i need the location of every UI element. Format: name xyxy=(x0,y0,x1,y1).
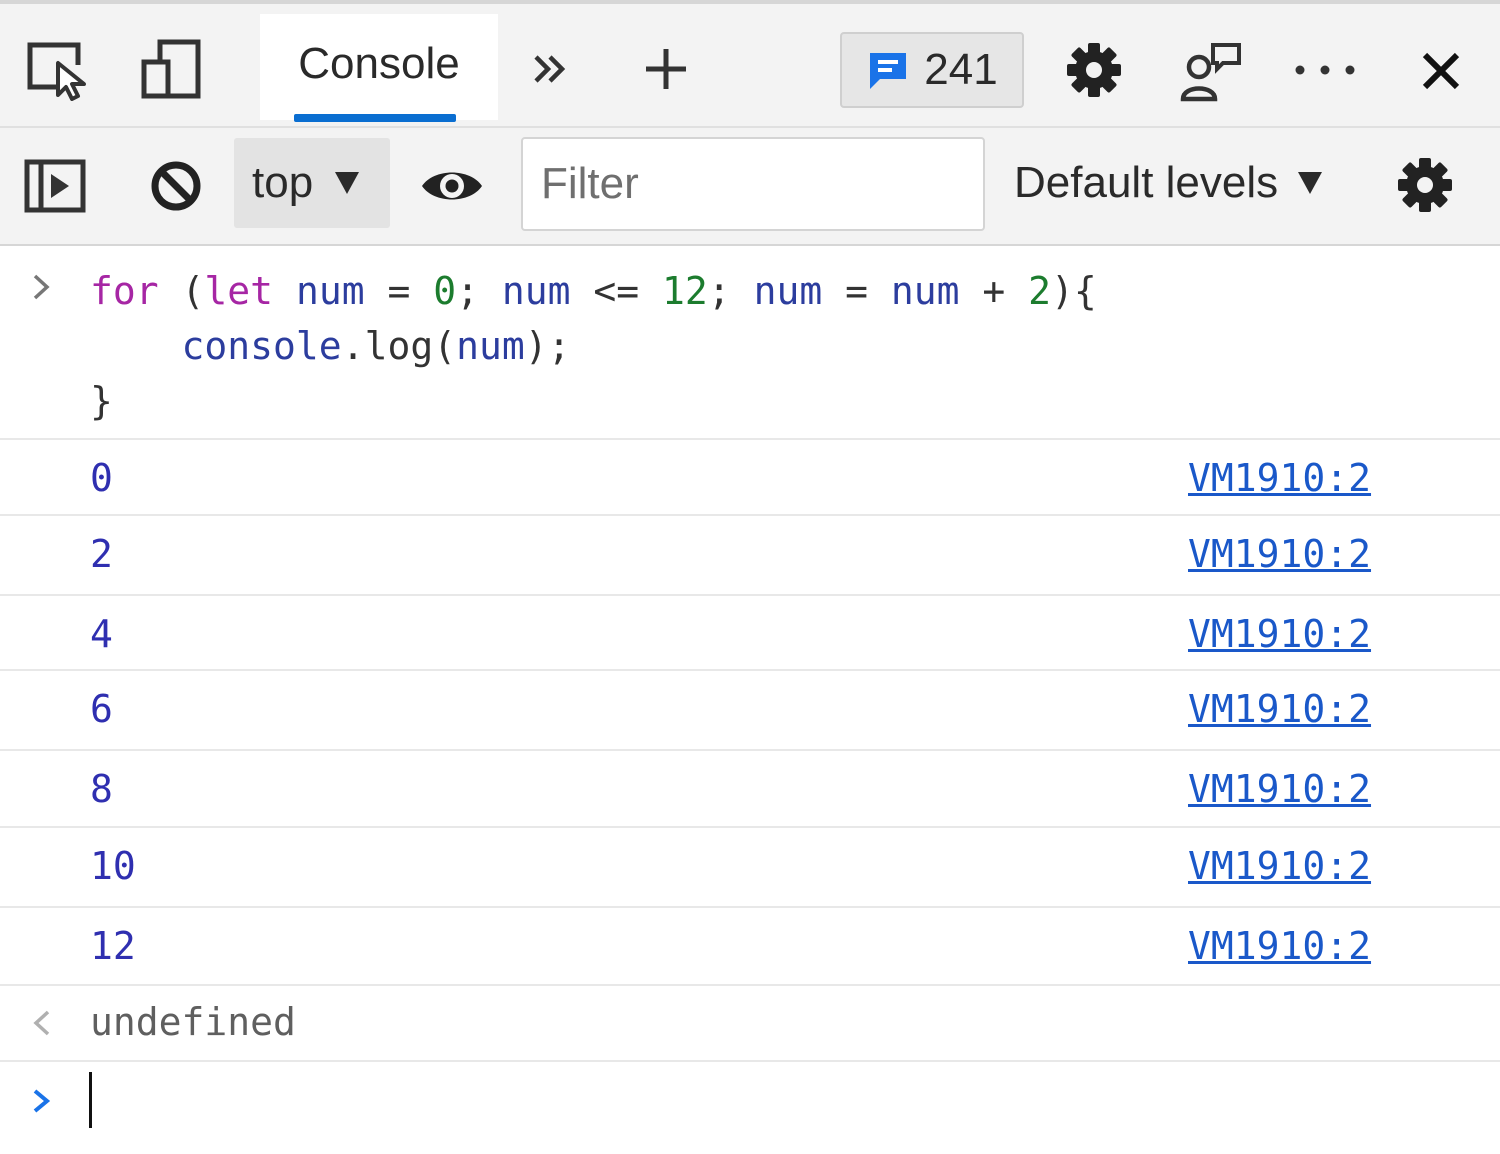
code-token: ; xyxy=(707,269,754,313)
filter-input[interactable] xyxy=(521,137,985,231)
text-caret xyxy=(89,1072,92,1128)
clear-console-icon[interactable] xyxy=(146,156,206,216)
source-location-link[interactable]: VM1910:2 xyxy=(1188,532,1371,576)
log-value: 8 xyxy=(90,767,113,811)
prompt-chevron-icon xyxy=(30,1084,54,1123)
log-value: 6 xyxy=(90,687,113,731)
code-token: num xyxy=(456,324,525,368)
dropdown-triangle-icon xyxy=(1298,172,1323,194)
code-token: console xyxy=(90,324,342,368)
log-value: 12 xyxy=(90,924,136,968)
code-token: ); xyxy=(524,324,571,368)
log-entry: 10 VM1910:2 xyxy=(0,828,1500,908)
log-entry: 4 VM1910:2 xyxy=(0,596,1500,671)
log-value: 0 xyxy=(90,456,113,500)
code-token: ( xyxy=(433,324,457,368)
code-token: = xyxy=(822,269,891,313)
context-selector[interactable]: top xyxy=(234,138,390,228)
log-entry: 6 VM1910:2 xyxy=(0,671,1500,751)
source-location-link[interactable]: VM1910:2 xyxy=(1188,456,1371,500)
add-tab-plus-icon[interactable] xyxy=(638,40,694,98)
code-token: for xyxy=(90,269,159,313)
code-line: console.log(num); xyxy=(90,324,571,368)
code-token: 0 xyxy=(433,269,457,313)
log-entry: 2 VM1910:2 xyxy=(0,516,1500,596)
code-token: = xyxy=(364,269,434,313)
log-value: 10 xyxy=(90,844,136,888)
code-token: } xyxy=(90,379,113,423)
dropdown-triangle-icon xyxy=(335,172,360,194)
code-token: num xyxy=(753,269,823,313)
source-location-link[interactable]: VM1910:2 xyxy=(1188,687,1371,731)
code-token: 12 xyxy=(662,269,708,313)
message-icon xyxy=(870,53,907,89)
source-location-link[interactable]: VM1910:2 xyxy=(1188,767,1371,811)
code-token: ; xyxy=(456,269,502,313)
code-token: log xyxy=(364,324,434,368)
device-emulation-icon[interactable] xyxy=(136,34,206,104)
source-location-link[interactable]: VM1910:2 xyxy=(1188,924,1371,968)
message-count: 241 xyxy=(924,45,998,94)
return-chevron-icon xyxy=(30,1008,56,1043)
code-token: <= xyxy=(570,269,663,313)
active-tab-indicator xyxy=(294,114,456,122)
code-token: ){ xyxy=(1051,269,1097,313)
console-output: for (let num = 0; num <= 12; num = num +… xyxy=(0,246,1500,1154)
return-value: undefined xyxy=(90,1000,296,1044)
code-token: num xyxy=(501,269,571,313)
messages-badge[interactable]: 241 xyxy=(840,32,1024,108)
devtools-tab-bar: Console 241 xyxy=(0,0,1500,128)
log-levels-dropdown[interactable]: Default levels xyxy=(1014,138,1323,228)
code-token: num xyxy=(295,269,365,313)
console-input-entry: for (let num = 0; num <= 12; num = num +… xyxy=(0,246,1500,440)
code-token: ( xyxy=(158,269,205,313)
log-entry: 12 VM1910:2 xyxy=(0,908,1500,986)
log-entry: 8 VM1910:2 xyxy=(0,751,1500,828)
code-line: } xyxy=(90,379,113,423)
console-toolbar: top Default levels xyxy=(0,128,1500,246)
return-value-entry: undefined xyxy=(0,986,1500,1062)
log-value: 2 xyxy=(90,532,113,576)
inspect-element-icon[interactable] xyxy=(24,34,90,104)
code-token: num xyxy=(890,269,960,313)
show-sidebar-icon[interactable] xyxy=(22,156,88,216)
close-icon[interactable] xyxy=(1414,44,1468,98)
tab-console-label: Console xyxy=(298,39,460,88)
more-options-ellipsis-icon[interactable] xyxy=(1290,48,1360,92)
live-expression-eye-icon[interactable] xyxy=(418,160,486,212)
more-tabs-chevron-icon[interactable] xyxy=(526,44,574,94)
log-value: 4 xyxy=(90,612,113,656)
input-prompt-chevron-icon xyxy=(30,272,54,307)
console-settings-gear-icon[interactable] xyxy=(1394,154,1456,216)
source-location-link[interactable]: VM1910:2 xyxy=(1188,612,1371,656)
code-token: + xyxy=(959,269,1029,313)
console-prompt[interactable] xyxy=(0,1062,1500,1154)
tab-console[interactable]: Console xyxy=(260,14,498,122)
code-token: . xyxy=(341,324,365,368)
log-entry: 0 VM1910:2 xyxy=(0,440,1500,516)
code-token: 2 xyxy=(1028,269,1052,313)
context-selector-label: top xyxy=(252,158,314,207)
code-token: let xyxy=(204,269,274,313)
settings-gear-icon[interactable] xyxy=(1064,40,1124,100)
code-line: for (let num = 0; num <= 12; num = num +… xyxy=(90,269,1097,313)
feedback-icon[interactable] xyxy=(1178,40,1246,104)
source-location-link[interactable]: VM1910:2 xyxy=(1188,844,1371,888)
log-levels-label: Default levels xyxy=(1014,158,1279,207)
